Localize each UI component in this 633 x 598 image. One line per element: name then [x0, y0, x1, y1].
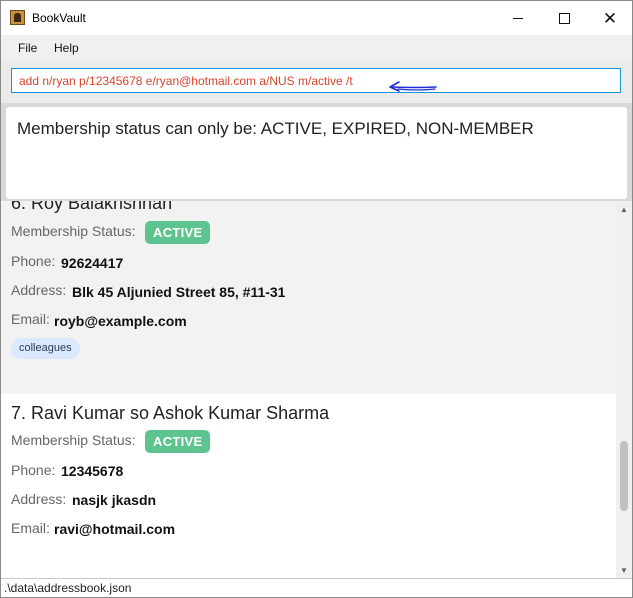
- address-value: nasjk jkasdn: [72, 492, 157, 508]
- minimize-icon: [513, 17, 523, 19]
- address-label: Address:: [11, 282, 67, 298]
- person-name: 6. Roy Balakrishnan: [11, 201, 173, 213]
- list-scrollbar[interactable]: ▲ ▼: [616, 201, 632, 578]
- membership-label: Membership Status:: [11, 223, 136, 239]
- status-bar: .\data\addressbook.json: [1, 578, 632, 597]
- phone-label: Phone:: [11, 462, 56, 478]
- scroll-down-arrow-icon[interactable]: ▼: [616, 562, 632, 578]
- close-icon: ✕: [602, 8, 618, 28]
- minimize-button[interactable]: [495, 1, 541, 35]
- app-window: BookVault ✕ File Help Membership status …: [0, 0, 633, 598]
- menu-file[interactable]: File: [18, 41, 37, 55]
- email-value: ravi@hotmail.com: [54, 521, 176, 537]
- scroll-up-arrow-icon[interactable]: ▲: [616, 201, 632, 217]
- result-display: Membership status can only be: ACTIVE, E…: [6, 107, 627, 199]
- membership-status-badge: ACTIVE: [145, 430, 211, 453]
- email-label: Email:: [11, 520, 50, 536]
- maximize-button[interactable]: [541, 1, 587, 35]
- menu-bar: File Help: [1, 35, 632, 61]
- person-name: 7. Ravi Kumar so Ashok Kumar Sharma: [11, 403, 330, 423]
- app-logo-icon: [10, 10, 25, 25]
- result-message: Membership status can only be: ACTIVE, E…: [17, 119, 534, 138]
- title-bar[interactable]: BookVault ✕: [1, 1, 632, 35]
- scrollbar-thumb[interactable]: [620, 441, 628, 511]
- annotation-arrow-icon: [389, 81, 437, 92]
- person-card[interactable]: 6. Roy Balakrishnan Membership Status: A…: [1, 201, 616, 394]
- data-file-path: .\data\addressbook.json: [4, 581, 132, 595]
- command-input[interactable]: [11, 68, 621, 93]
- phone-label: Phone:: [11, 253, 56, 269]
- command-box-container: [1, 61, 632, 103]
- menu-help[interactable]: Help: [54, 41, 79, 55]
- membership-label: Membership Status:: [11, 432, 136, 448]
- address-label: Address:: [11, 491, 67, 507]
- window-title: BookVault: [32, 11, 86, 25]
- result-display-container: Membership status can only be: ACTIVE, E…: [1, 103, 632, 201]
- maximize-icon: [558, 12, 570, 24]
- phone-value: 12345678: [61, 463, 124, 479]
- tag-chip: colleagues: [11, 338, 80, 359]
- phone-value: 92624417: [61, 255, 124, 271]
- close-button[interactable]: ✕: [587, 1, 632, 35]
- address-value: Blk 45 Aljunied Street 85, #11-31: [72, 284, 286, 300]
- membership-status-badge: ACTIVE: [145, 221, 211, 244]
- email-value: royb@example.com: [54, 313, 187, 329]
- email-label: Email:: [11, 311, 50, 327]
- person-card[interactable]: 7. Ravi Kumar so Ashok Kumar Sharma Memb…: [1, 394, 616, 578]
- person-list[interactable]: 6. Roy Balakrishnan Membership Status: A…: [1, 201, 632, 578]
